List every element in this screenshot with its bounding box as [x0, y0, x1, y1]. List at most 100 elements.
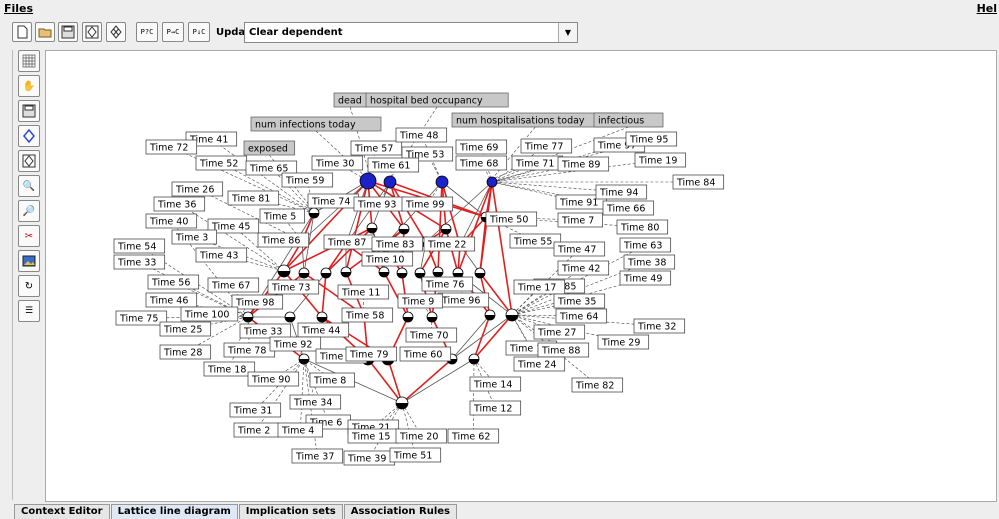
toolbar: P?C P→C P↓C Update: Clear dependent ▼ — [0, 19, 999, 47]
tab-lattice-line-diagram[interactable]: Lattice line diagram — [110, 504, 238, 519]
lattice-node[interactable] — [359, 172, 377, 190]
zoom-in-button[interactable]: 🔍 — [18, 175, 40, 197]
lattice-node[interactable] — [474, 267, 486, 279]
lattice-edge — [367, 358, 403, 404]
object-label: Time 50 — [489, 215, 528, 226]
object-label: Time 71 — [515, 159, 554, 170]
grid-button[interactable] — [18, 50, 40, 72]
diamond-button[interactable] — [18, 125, 40, 147]
update-select[interactable]: Clear dependent ▼ — [244, 22, 578, 43]
lattice-node[interactable] — [402, 311, 414, 323]
lattice-diagram[interactable]: dead hospital bed occupancy num infections… — [46, 51, 996, 501]
help-menu[interactable]: Hel — [977, 2, 997, 15]
lattice-node[interactable] — [440, 223, 452, 235]
object-label: Time 75 — [119, 314, 158, 325]
object-label: Time 58 — [345, 311, 384, 322]
object-label: Time 10 — [365, 255, 404, 266]
lattice-node[interactable] — [277, 264, 291, 278]
object-label: Time 87 — [327, 238, 366, 249]
new-document-button[interactable] — [12, 22, 32, 42]
lattice-node[interactable] — [340, 266, 352, 278]
lattice-edge — [401, 358, 453, 404]
chevron-down-icon[interactable]: ▼ — [558, 23, 577, 42]
object-label: Time 43 — [199, 251, 238, 262]
object-label: Time 62 — [451, 432, 490, 443]
object-label: Time 93 — [357, 200, 396, 211]
lattice-canvas[interactable]: dead hospital bed occupancy num infections… — [45, 50, 997, 502]
object-label: Time 54 — [117, 242, 156, 253]
lattice-node[interactable] — [308, 207, 320, 219]
side-toolbar: ✋ 🔍 🔎 ✂ ↻ ☰ — [16, 50, 42, 325]
object-label: Time 96 — [441, 296, 480, 307]
update-value: Clear dependent — [249, 27, 343, 38]
lattice-node[interactable] — [505, 308, 519, 322]
object-label: Time 2 — [237, 426, 270, 437]
lattice-node[interactable] — [486, 176, 498, 188]
lattice-node[interactable] — [396, 267, 408, 279]
pc-arrow-button[interactable]: P→C — [162, 22, 184, 42]
list-button[interactable]: ☰ — [18, 300, 40, 322]
object-label: Time 60 — [403, 350, 442, 361]
lattice-node[interactable] — [366, 222, 378, 234]
pc-query-button[interactable]: P?C — [136, 22, 158, 42]
object-label: Time 27 — [537, 328, 576, 339]
object-label: Time 42 — [561, 264, 600, 275]
lattice-node[interactable] — [398, 223, 410, 235]
lattice-node[interactable] — [298, 353, 310, 365]
lattice-node[interactable] — [432, 266, 444, 278]
object-label: Time 19 — [638, 156, 677, 167]
lattice-node[interactable] — [383, 175, 397, 189]
lattice-icon — [85, 25, 99, 39]
hand-icon: ✋ — [22, 80, 36, 92]
lattice-node[interactable] — [426, 311, 438, 323]
cycle-button[interactable]: ↻ — [18, 275, 40, 297]
tab-association-rules[interactable]: Association Rules — [343, 504, 458, 519]
object-label: Time 24 — [517, 360, 556, 371]
lattice-node[interactable] — [452, 267, 464, 279]
lattice-node[interactable] — [284, 311, 296, 323]
object-label: Time 56 — [151, 278, 190, 289]
lattice-edge — [457, 181, 493, 274]
object-label: Time 22 — [427, 240, 466, 251]
object-label: Time 64 — [559, 312, 598, 323]
panel-splitter[interactable] — [8, 50, 13, 500]
lattice-node[interactable] — [320, 267, 332, 279]
cut-button[interactable]: ✂ — [18, 225, 40, 247]
lattice-node[interactable] — [484, 309, 496, 321]
object-label: Time 29 — [601, 338, 640, 349]
hand-button[interactable]: ✋ — [18, 75, 40, 97]
object-label: Time 20 — [399, 432, 438, 443]
lattice-node[interactable] — [414, 267, 426, 279]
object-label: Time 52 — [199, 159, 238, 170]
object-label: Time 15 — [351, 432, 390, 443]
export-image-button[interactable] — [18, 250, 40, 272]
files-menu[interactable]: Files — [4, 2, 33, 15]
tab-context-editor[interactable]: Context Editor — [14, 504, 110, 519]
object-label: Time 67 — [211, 281, 250, 292]
zoom-out-button[interactable]: 🔎 — [18, 200, 40, 222]
lattice-node[interactable] — [316, 311, 328, 323]
pc-down-button[interactable]: P↓C — [188, 22, 210, 42]
lattice-node[interactable] — [378, 266, 390, 278]
lattice-node[interactable] — [242, 311, 254, 323]
object-label: Time 3 — [175, 233, 208, 244]
object-label: Time 90 — [251, 375, 290, 386]
diamond-hatched-button[interactable] — [18, 150, 40, 172]
lattice-edge — [321, 272, 327, 318]
lattice-node[interactable] — [468, 353, 480, 365]
save-diagram-button[interactable] — [18, 100, 40, 122]
object-label: Time 48 — [399, 131, 438, 142]
lattice-node[interactable] — [298, 267, 310, 279]
object-label: Time 66 — [606, 204, 645, 215]
save-button[interactable] — [58, 22, 78, 42]
lattice-node[interactable] — [395, 396, 409, 410]
lattice-node[interactable] — [435, 175, 449, 189]
lattice-button[interactable] — [82, 22, 102, 42]
tab-implication-sets[interactable]: Implication sets — [238, 504, 343, 519]
object-label: Time 89 — [561, 160, 600, 171]
lattice-edge — [387, 358, 403, 404]
object-label: Time 5 — [263, 212, 296, 223]
lattice-alt-button[interactable] — [106, 22, 126, 42]
object-label: Time 57 — [354, 144, 393, 155]
open-button[interactable] — [35, 22, 55, 42]
